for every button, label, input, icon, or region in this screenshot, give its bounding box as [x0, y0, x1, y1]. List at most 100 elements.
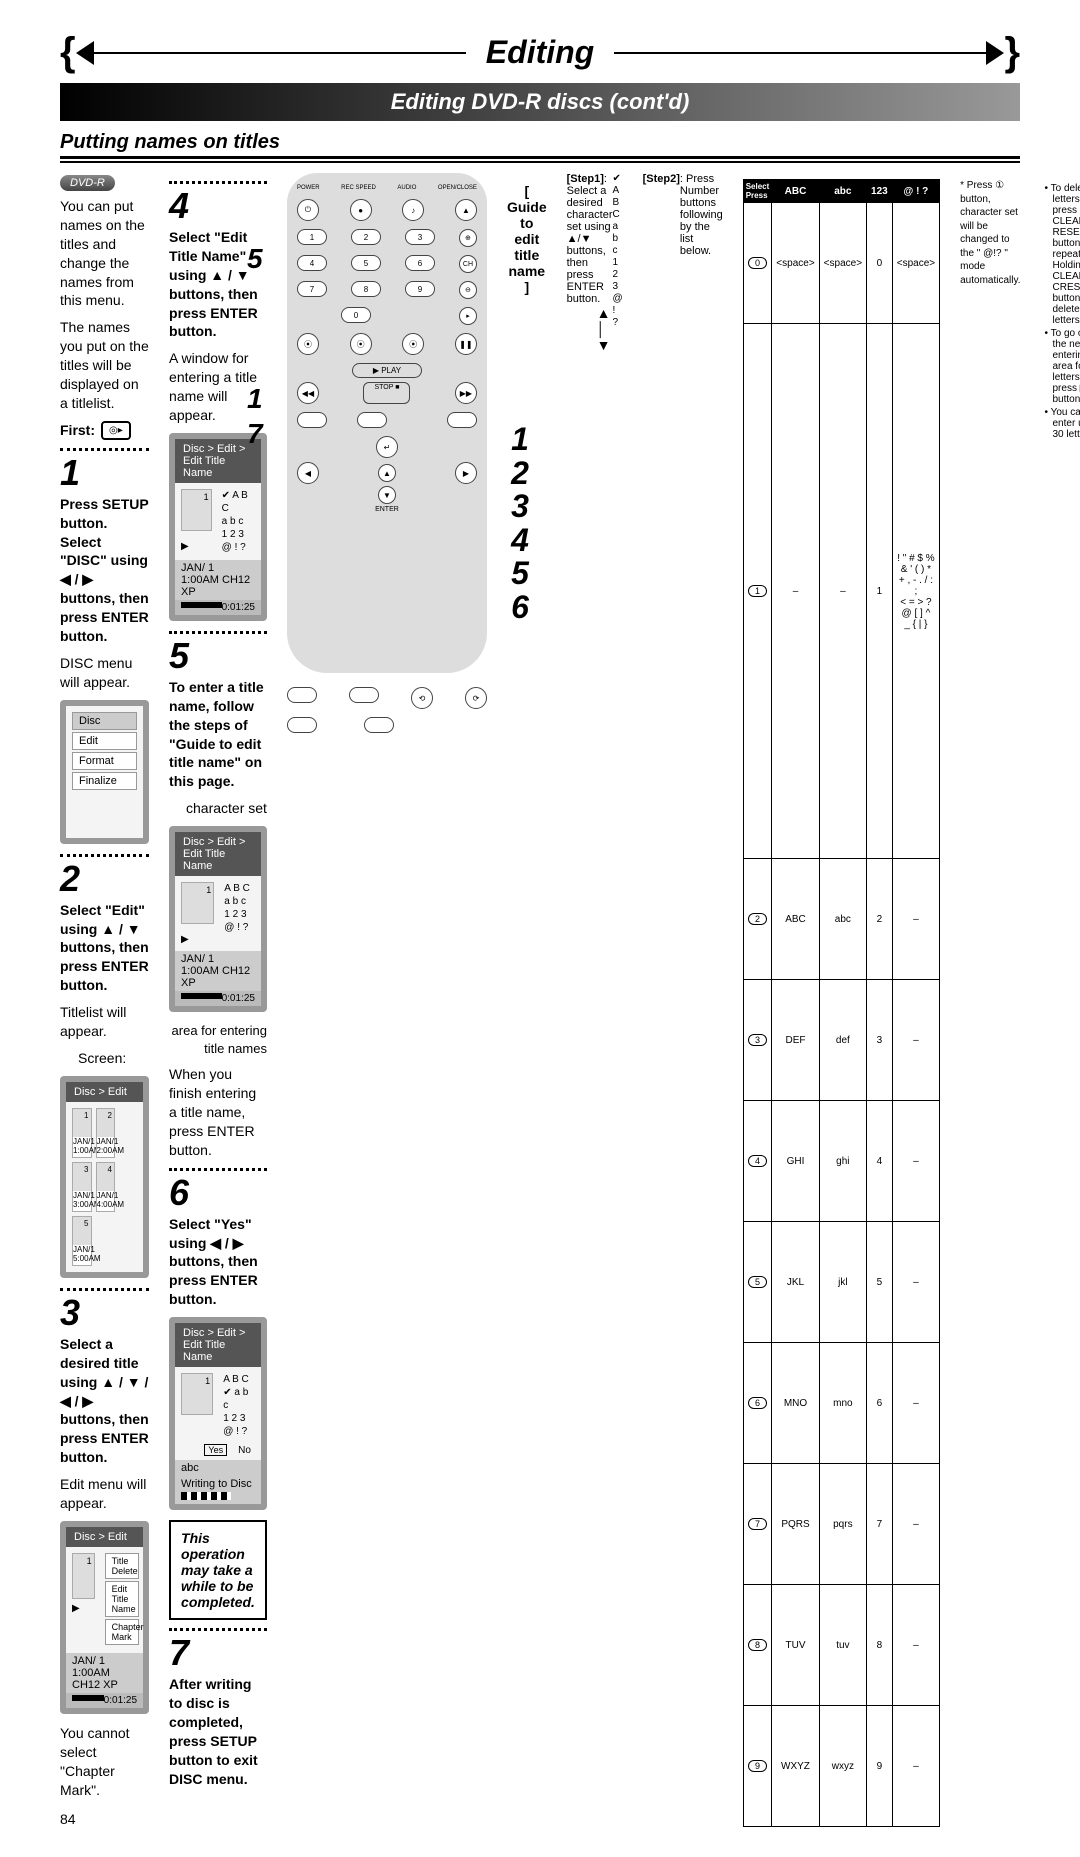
table-header: ABC — [772, 180, 819, 203]
table-row-key: 1 — [743, 324, 772, 859]
step3-note: You cannot select "Chapter Mark". — [60, 1724, 149, 1800]
dotted-divider — [169, 631, 267, 634]
arrow-right-icon — [986, 41, 1004, 65]
no-button: No — [238, 1445, 251, 1456]
title-tile: 3JAN/1 3:00AM — [72, 1162, 92, 1212]
dotted-divider — [169, 1628, 267, 1631]
step-number-2: 2 — [60, 861, 149, 897]
table-row-key: 5 — [743, 1222, 772, 1343]
screen-header: Disc > Edit > Edit Title Name — [175, 1323, 261, 1367]
time: 0:01:25 — [222, 602, 255, 613]
page-title: Editing — [486, 34, 594, 71]
step6-instruction: Select "Yes" using ◀ / ▶ buttons, then p… — [169, 1215, 267, 1309]
step7-instruction: After writing to disc is completed, pres… — [169, 1675, 267, 1788]
title-tile: 5JAN/1 5:00AM — [72, 1216, 92, 1266]
step-number-6: 6 — [169, 1175, 267, 1211]
table-cell: GHI — [772, 1101, 819, 1222]
dotted-divider — [60, 854, 149, 857]
table-cell: 7 — [867, 1464, 893, 1585]
table-header: abc — [819, 180, 866, 203]
asterisk-note: * Press ① button, character set will be … — [960, 179, 1020, 1819]
step2-text: Titlelist will appear. — [60, 1003, 149, 1041]
page-number: 84 — [60, 1811, 149, 1827]
table-cell: 9 — [867, 1706, 893, 1827]
guide-step1: [Step1]: Select a desired character set … — [567, 173, 623, 1823]
intro-text-1: You can put names on the titles and chan… — [60, 197, 149, 310]
footnote-item: To go on to the next entering area for l… — [1053, 328, 1080, 405]
table-cell: – — [819, 324, 866, 859]
screen-label: Screen: — [78, 1049, 149, 1068]
guide-step2: [Step2]: Press Number buttons following … — [643, 173, 723, 1823]
bracket-right-icon: } — [1004, 30, 1020, 75]
character-table: Select Press ABC abc 123 @ ! ? 0<space><… — [743, 179, 940, 1827]
table-cell: – — [892, 980, 939, 1101]
table-cell: – — [892, 1222, 939, 1343]
first-label: First: — [60, 422, 95, 438]
table-corner: Select Press — [743, 180, 772, 203]
table-cell: – — [892, 1343, 939, 1464]
footnotes: To delete letters, press CLEAR/C-RESET b… — [1041, 183, 1080, 1827]
table-cell: 2 — [867, 859, 893, 980]
abc-line: abc — [175, 1460, 261, 1476]
callout-1: 1 — [247, 383, 263, 415]
mini-charset: A B C a b c 1 2 3 @ ! ? — [612, 173, 622, 1823]
table-row-key: 7 — [743, 1464, 772, 1585]
table-cell: DEF — [772, 980, 819, 1101]
divider — [60, 161, 1020, 163]
table-cell: 3 — [867, 980, 893, 1101]
charset-box: A B C a b c 1 2 3 @ ! ? — [213, 1373, 255, 1438]
step2-instruction: Select "Edit" using ▲ / ▼ buttons, then … — [60, 901, 149, 995]
table-cell: pqrs — [819, 1464, 866, 1585]
yes-button: Yes — [204, 1444, 227, 1456]
confirm-screen: Disc > Edit > Edit Title Name 1 A B C a … — [169, 1317, 267, 1510]
disc-menu-item: Finalize — [72, 772, 137, 790]
edit-title-name-screen-2: Disc > Edit > Edit Title Name 1 ▶ A B C … — [169, 826, 267, 1012]
edit-menu-header: Disc > Edit — [66, 1527, 143, 1547]
table-cell: TUV — [772, 1585, 819, 1706]
edit-menu-item: Title Delete — [105, 1553, 139, 1579]
title-tile: 4JAN/1 4:00AM — [96, 1162, 116, 1212]
time: 0:01:25 — [222, 993, 255, 1004]
table-row-key: 9 — [743, 1706, 772, 1827]
dvdr-badge: DVD-R — [60, 175, 115, 191]
divider — [94, 52, 466, 54]
step3-text: Edit menu will appear. — [60, 1475, 149, 1513]
table-cell: <space> — [772, 203, 819, 324]
table-header: 123 — [867, 180, 893, 203]
table-cell: tuv — [819, 1585, 866, 1706]
step1-text: DISC menu will appear. — [60, 654, 149, 692]
dotted-divider — [169, 181, 267, 184]
table-cell: – — [892, 1706, 939, 1827]
column-3: POWERREC SPEEDAUDIOOPEN/CLOSE ⏻●♪▲ 123⊕ … — [287, 173, 487, 1827]
table-cell: 5 — [867, 1222, 893, 1343]
table-cell: – — [892, 1101, 939, 1222]
table-cell: JKL — [772, 1222, 819, 1343]
table-cell: 4 — [867, 1101, 893, 1222]
section-banner: Editing DVD-R discs (cont'd) — [60, 83, 1020, 121]
step-number-1: 1 — [60, 455, 149, 491]
charset-label: character set — [169, 799, 267, 818]
table-header: @ ! ? — [892, 180, 939, 203]
title-tile: 2JAN/1 2:00AM — [96, 1108, 116, 1158]
table-cell: – — [772, 324, 819, 859]
divider — [614, 52, 986, 54]
disc-menu-header: Disc — [72, 712, 137, 730]
table-cell: – — [892, 1585, 939, 1706]
footnote-item: To delete letters, press CLEAR/C-RESET b… — [1053, 183, 1080, 326]
charset-box: A B C a b c 1 2 3 @ ! ? — [214, 882, 250, 945]
table-cell: <space> — [892, 203, 939, 324]
column-1: DVD-R You can put names on the titles an… — [60, 173, 149, 1827]
table-row-key: 8 — [743, 1585, 772, 1706]
cassette-icon: ◎▸ — [101, 421, 131, 440]
step5-text: When you finish entering a title name, p… — [169, 1065, 267, 1159]
callout-5: 5 — [247, 243, 263, 275]
table-cell: 6 — [867, 1343, 893, 1464]
table-cell: <space> — [819, 203, 866, 324]
remote-diagram: POWERREC SPEEDAUDIOOPEN/CLOSE ⏻●♪▲ 123⊕ … — [287, 173, 487, 673]
intro-text-2: The names you put on the titles will be … — [60, 318, 149, 412]
dotted-divider — [60, 1288, 149, 1291]
step-number-5: 5 — [169, 638, 267, 674]
edit-time: 0:01:25 — [104, 1695, 137, 1706]
note-box: This operation may take a while to be co… — [169, 1520, 267, 1620]
table-cell: abc — [819, 859, 866, 980]
